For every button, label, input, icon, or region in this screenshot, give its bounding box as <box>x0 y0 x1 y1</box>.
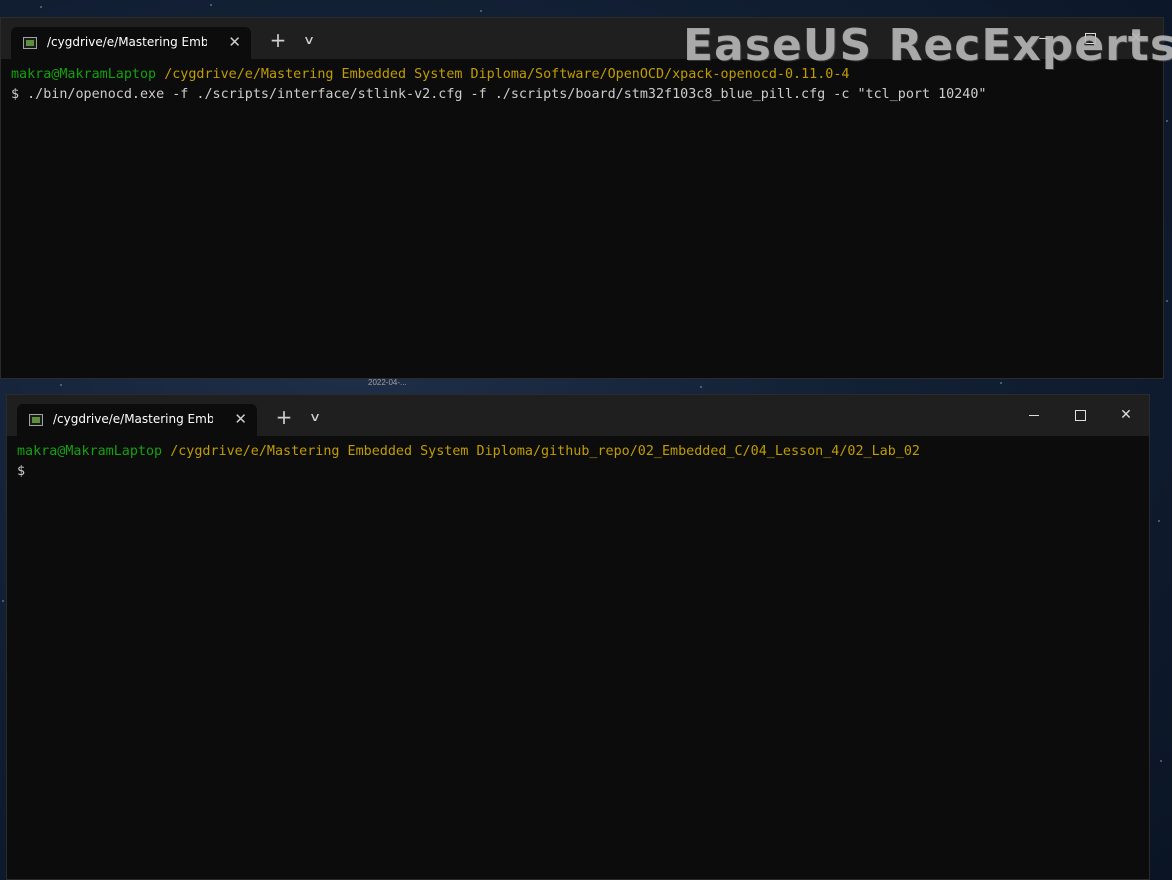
tab-title: /cygdrive/e/Mastering Embedded System Di… <box>47 35 207 49</box>
command-line: $ <box>17 464 26 479</box>
maximize-icon <box>1074 409 1086 421</box>
star <box>480 10 482 12</box>
close-window-button[interactable]: ✕ <box>1103 395 1149 436</box>
star <box>1166 300 1168 302</box>
maximize-button[interactable] <box>1057 395 1103 436</box>
close-tab-icon[interactable]: ✕ <box>228 33 241 51</box>
star <box>60 384 62 386</box>
star <box>40 6 42 8</box>
terminal-window-openocd[interactable]: /cygdrive/e/Mastering Embedded System Di… <box>0 17 1164 379</box>
chevron-down-icon[interactable]: ∨ <box>295 28 323 52</box>
close-tab-icon[interactable]: ✕ <box>234 410 247 428</box>
desktop-icon-label: 2022-04-... <box>368 378 407 387</box>
star <box>1000 382 1002 384</box>
terminal-icon <box>29 414 43 426</box>
recorder-watermark: EaseUS RecExperts <box>683 20 1172 71</box>
new-tab-button[interactable]: + <box>272 404 296 430</box>
tab-openocd[interactable]: /cygdrive/e/Mastering Embedded System Di… <box>11 27 251 59</box>
star <box>2 600 4 602</box>
minimize-icon <box>1029 414 1039 416</box>
star <box>1158 520 1160 522</box>
prompt-user: makra@MakramLaptop <box>17 444 163 459</box>
tab-title: /cygdrive/e/Mastering Embedded System Di… <box>53 412 213 426</box>
terminal-output[interactable]: makra@MakramLaptop /cygdrive/e/Mastering… <box>7 436 1149 482</box>
tab-lab[interactable]: /cygdrive/e/Mastering Embedded System Di… <box>17 404 257 436</box>
star <box>1166 120 1168 122</box>
minimize-button[interactable] <box>1011 395 1057 436</box>
star <box>700 386 702 388</box>
chevron-down-icon[interactable]: ∨ <box>301 405 329 429</box>
new-tab-button[interactable]: + <box>266 27 290 53</box>
star <box>210 4 212 6</box>
terminal-window-lab[interactable]: /cygdrive/e/Mastering Embedded System Di… <box>6 394 1150 880</box>
prompt-line: makra@MakramLaptop /cygdrive/e/Mastering… <box>17 442 1149 462</box>
command-line: $ ./bin/openocd.exe -f ./scripts/interfa… <box>11 87 987 102</box>
prompt-path: /cygdrive/e/Mastering Embedded System Di… <box>170 444 920 459</box>
star <box>1160 760 1162 762</box>
terminal-icon <box>23 37 37 49</box>
title-bar[interactable]: /cygdrive/e/Mastering Embedded System Di… <box>7 395 1149 436</box>
prompt-user: makra@MakramLaptop <box>11 67 157 82</box>
